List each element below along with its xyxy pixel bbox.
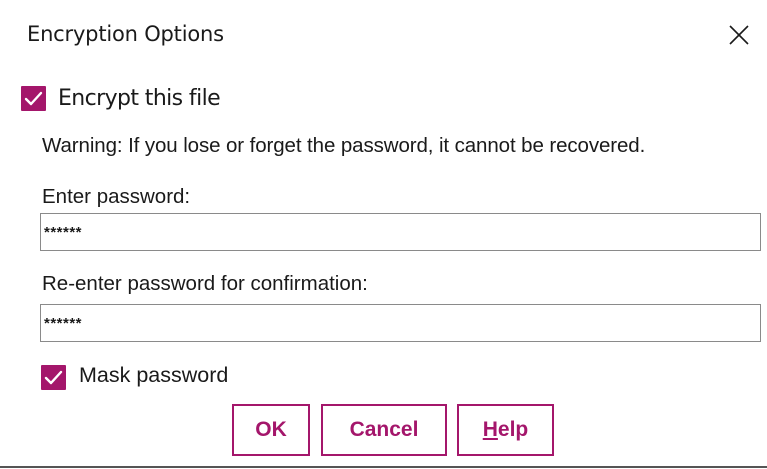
encrypt-file-checkbox[interactable]	[21, 86, 46, 111]
warning-text: Warning: If you lose or forget the passw…	[42, 134, 646, 157]
ok-button[interactable]: OK	[232, 404, 310, 456]
password-label: Enter password:	[42, 185, 191, 208]
mask-password-checkbox[interactable]	[41, 365, 66, 390]
checkmark-icon	[24, 91, 43, 106]
encryption-options-dialog: Encryption Options Encrypt this file War…	[0, 0, 767, 469]
dialog-title: Encryption Options	[27, 22, 224, 46]
confirm-password-field[interactable]: ******	[40, 304, 761, 342]
confirm-password-label: Re-enter password for confirmation:	[42, 272, 368, 295]
mask-password-label[interactable]: Mask password	[79, 363, 228, 388]
help-button[interactable]: Help	[457, 404, 554, 456]
password-field[interactable]: ******	[40, 213, 761, 251]
close-button[interactable]	[726, 22, 752, 48]
help-label: elp	[497, 418, 529, 441]
encrypt-file-label[interactable]: Encrypt this file	[58, 86, 221, 111]
help-mnemonic: H	[482, 418, 498, 441]
checkmark-icon	[44, 370, 63, 385]
bottom-divider	[0, 466, 767, 468]
cancel-button[interactable]: Cancel	[321, 404, 447, 456]
close-icon	[729, 25, 749, 45]
